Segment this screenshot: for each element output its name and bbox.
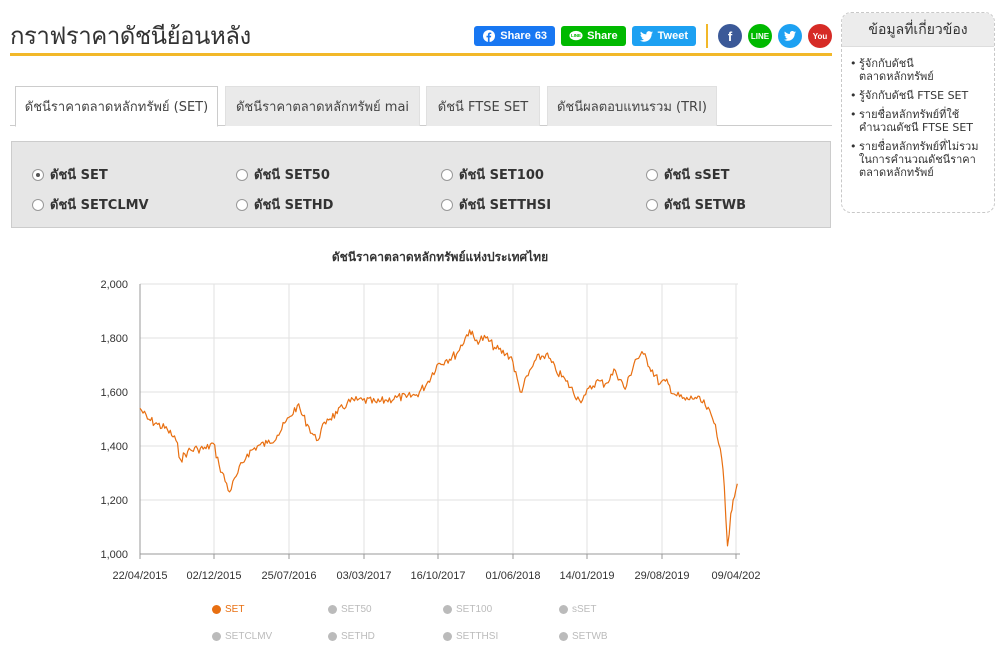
series-line-set (139, 329, 738, 547)
related-info-heading: ข้อมูลที่เกี่ยวข้อง (842, 13, 994, 47)
legend-label: SETTHSI (456, 631, 499, 642)
legend-label: SET100 (456, 604, 493, 615)
related-link[interactable]: รายชื่อหลักทรัพย์ที่ใช้คำนวณดัชนี FTSE S… (850, 108, 988, 134)
x-tick-label: 03/03/2017 (336, 570, 391, 582)
related-link[interactable]: รู้จักกับดัชนี FTSE SET (850, 89, 988, 102)
legend-label: SETCLMV (225, 631, 273, 642)
legend-item-sethd[interactable]: SETHD (328, 631, 375, 642)
legend-label: SETHD (341, 631, 375, 642)
related-link[interactable]: รายชื่อหลักทรัพย์ที่ไม่รวมในการคำนวณดัชน… (850, 140, 988, 179)
legend-item-set50[interactable]: SET50 (328, 604, 372, 615)
related-link[interactable]: รู้จักกับดัชนีตลาดหลักทรัพย์ (850, 57, 988, 83)
y-tick-label: 1,200 (100, 495, 128, 507)
legend-item-setclmv[interactable]: SETCLMV (212, 631, 272, 642)
legend-marker (559, 605, 568, 614)
legend-item-set[interactable]: SET (212, 604, 244, 615)
legend-label: SET (225, 604, 245, 615)
y-tick-label: 1,800 (100, 333, 128, 345)
x-tick-label: 02/12/2015 (186, 570, 241, 582)
legend-marker (328, 605, 337, 614)
legend-marker (559, 632, 568, 641)
legend-item-setwb[interactable]: SETWB (559, 631, 608, 642)
legend-marker (443, 605, 452, 614)
legend-label: SET50 (341, 604, 372, 615)
legend-marker (212, 605, 221, 614)
legend-item-sset[interactable]: sSET (559, 604, 596, 615)
related-info-box: ข้อมูลที่เกี่ยวข้อง รู้จักกับดัชนีตลาดหล… (841, 12, 995, 213)
x-tick-label: 29/08/2019 (634, 570, 689, 582)
legend-item-set100[interactable]: SET100 (443, 604, 492, 615)
x-tick-label: 25/07/2016 (261, 570, 316, 582)
x-tick-label: 01/06/2018 (485, 570, 540, 582)
legend-marker (443, 632, 452, 641)
legend-marker (328, 632, 337, 641)
x-tick-label: 16/10/2017 (410, 570, 465, 582)
y-tick-label: 2,000 (100, 279, 128, 291)
y-tick-label: 1,000 (100, 549, 128, 561)
x-tick-label: 14/01/2019 (559, 570, 614, 582)
legend-label: SETWB (572, 631, 608, 642)
x-tick-label: 09/04/202 (712, 570, 761, 582)
legend-label: sSET (572, 604, 597, 615)
page: กราฟราคาดัชนีย้อนหลัง Share 63 LINE Shar… (0, 0, 1003, 668)
x-tick-label: 22/04/2015 (112, 570, 167, 582)
y-tick-label: 1,400 (100, 441, 128, 453)
legend-marker (212, 632, 221, 641)
y-tick-label: 1,600 (100, 387, 128, 399)
related-links-list: รู้จักกับดัชนีตลาดหลักทรัพย์ รู้จักกับดั… (842, 47, 994, 179)
legend-item-setthsi[interactable]: SETTHSI (443, 631, 498, 642)
